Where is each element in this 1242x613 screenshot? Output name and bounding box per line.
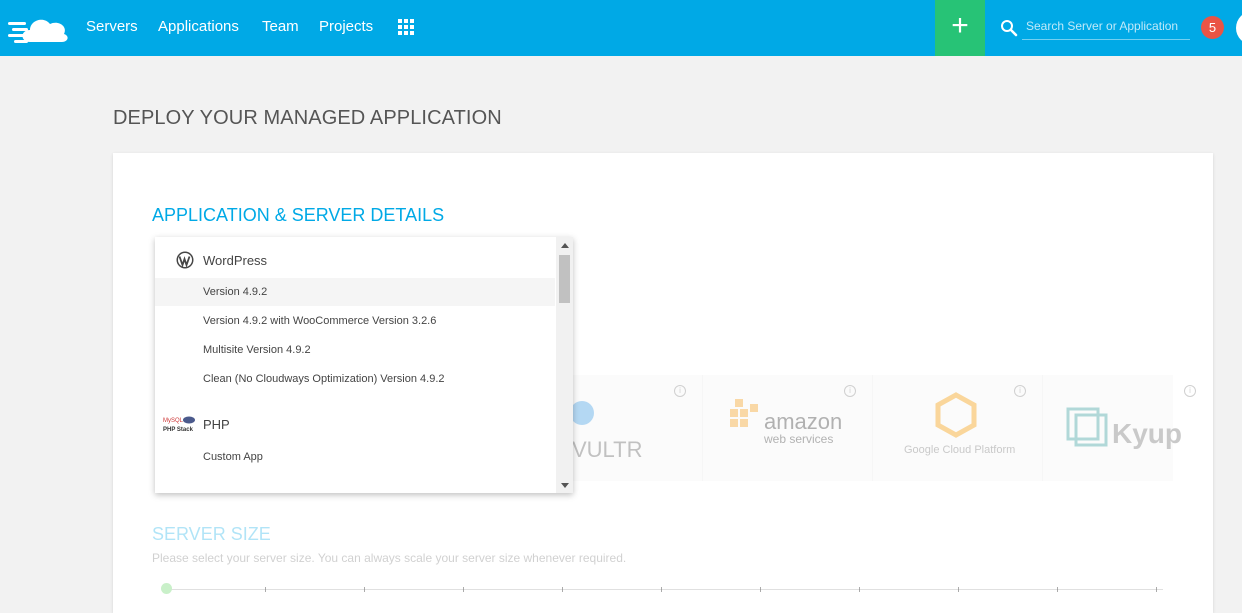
svg-text:VULTR: VULTR [572, 437, 643, 462]
wordpress-icon [176, 251, 194, 269]
provider-aws[interactable]: i amazon web services [702, 375, 873, 481]
slider-tick [661, 587, 662, 592]
info-icon[interactable]: i [1184, 385, 1196, 397]
provider-kyup[interactable]: i Kyup [1042, 375, 1212, 481]
dropdown-option[interactable]: Version 4.9.2 with WooCommerce Version 3… [155, 307, 555, 335]
slider-tick [859, 587, 860, 592]
svg-text:Kyup: Kyup [1112, 418, 1182, 449]
nav-projects[interactable]: Projects [319, 0, 373, 56]
server-size-title: SERVER SIZE [152, 524, 271, 544]
top-navbar: Servers Applications Team Projects + 5 [0, 0, 1242, 56]
application-dropdown[interactable]: WordPress Version 4.9.2 Version 4.9.2 wi… [155, 237, 573, 493]
server-size-description: Please select your server size. You can … [152, 551, 627, 565]
dropdown-scrollbar[interactable] [556, 237, 573, 493]
php-stack-icon: MySQL PHP Stack [163, 416, 195, 433]
info-icon[interactable]: i [844, 385, 856, 397]
server-size-slider[interactable] [163, 589, 1163, 590]
dropdown-group-label: WordPress [203, 253, 268, 268]
kyup-logo-icon: Kyup [1066, 407, 1182, 449]
dropdown-group-label: PHP [203, 417, 230, 432]
avatar[interactable] [1236, 11, 1242, 45]
cloudways-logo-icon[interactable] [8, 12, 70, 44]
aws-logo-icon: amazon web services [730, 399, 842, 446]
scroll-down-arrow-icon[interactable] [561, 483, 569, 488]
apps-grid-icon[interactable] [398, 19, 414, 35]
dropdown-option[interactable]: Clean (No Cloudways Optimization) Versio… [155, 365, 555, 393]
slider-tick [760, 587, 761, 592]
notification-badge[interactable]: 5 [1201, 16, 1224, 39]
section-title: APPLICATION & SERVER DETAILS [152, 205, 445, 225]
add-new-button[interactable]: + [935, 0, 985, 56]
google-cloud-logo-icon: Google Cloud Platform [904, 392, 1015, 456]
vultr-logo-icon: VULTR [570, 401, 643, 462]
slider-tick [562, 587, 563, 592]
slider-tick [364, 587, 365, 592]
slider-tick [1156, 587, 1157, 592]
scroll-up-arrow-icon[interactable] [561, 243, 569, 248]
dropdown-group-php: MySQL PHP Stack PHP [155, 409, 555, 439]
dropdown-group-wordpress: WordPress [155, 245, 555, 275]
nav-servers[interactable]: Servers [86, 0, 138, 56]
slider-tick [265, 587, 266, 592]
scroll-thumb[interactable] [559, 255, 570, 303]
svg-text:amazon: amazon [764, 409, 842, 434]
dropdown-option[interactable]: Custom App [155, 443, 555, 471]
slider-tick [463, 587, 464, 592]
slider-tick [958, 587, 959, 592]
dropdown-option[interactable]: Version 4.9.2 [155, 278, 555, 306]
provider-list: i VULTR i amazon web services i Google C… [532, 375, 1196, 481]
svg-text:PHP Stack: PHP Stack [163, 427, 194, 433]
svg-text:Google Cloud Platform: Google Cloud Platform [904, 444, 1015, 456]
svg-text:web services: web services [763, 432, 833, 446]
dropdown-option[interactable]: Multisite Version 4.9.2 [155, 336, 555, 364]
search-icon [1001, 20, 1018, 37]
page-title: DEPLOY YOUR MANAGED APPLICATION [113, 107, 502, 129]
nav-applications[interactable]: Applications [158, 0, 239, 56]
provider-google-cloud[interactable]: i Google Cloud Platform [872, 375, 1043, 481]
search-input[interactable] [1022, 12, 1190, 40]
svg-text:MySQL: MySQL [163, 418, 184, 424]
nav-team[interactable]: Team [262, 0, 299, 56]
slider-handle[interactable] [161, 583, 172, 594]
slider-tick [1057, 587, 1058, 592]
